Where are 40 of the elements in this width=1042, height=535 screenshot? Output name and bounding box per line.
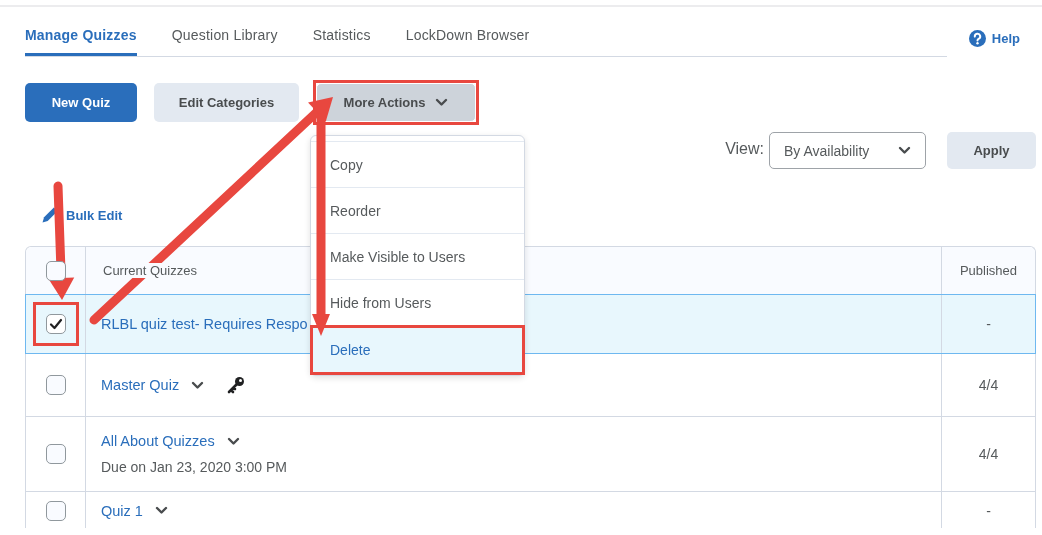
caret-icon: [435, 98, 449, 107]
menu-item[interactable]: Make Visible to Users: [311, 233, 524, 279]
menu-item[interactable]: Reorder: [311, 187, 524, 233]
checkbox[interactable]: [45, 444, 66, 464]
column-header: Current Quizzes: [103, 263, 197, 278]
table-row[interactable]: Quiz 1 -: [26, 491, 1035, 528]
tab[interactable]: Manage Quizzes: [25, 27, 137, 56]
table-row[interactable]: All About Quizzes Due on Jan 23, 2020 3:00 PM 4/4: [26, 416, 1035, 491]
quiz-link[interactable]: RLBL quiz test- Requires Respo: [101, 316, 308, 332]
quiz-link[interactable]: All About Quizzes: [101, 433, 215, 449]
edit-categories-button[interactable]: Edit Categories: [154, 83, 299, 122]
due-date: Due on Jan 23, 2020 3:00 PM: [101, 459, 288, 475]
new-quiz-button[interactable]: New Quiz: [25, 83, 137, 122]
caret-icon: [898, 146, 911, 155]
menu-item[interactable]: Copy: [311, 141, 524, 187]
caret-icon[interactable]: [191, 380, 205, 390]
help-link[interactable]: Help: [968, 21, 1020, 47]
view-label: View:: [725, 139, 764, 158]
help-icon: [968, 30, 986, 47]
published-count: -: [986, 502, 991, 519]
view-dropdown[interactable]: By Availability: [769, 132, 926, 169]
published-count: -: [986, 316, 991, 332]
tab[interactable]: Statistics: [312, 27, 371, 56]
published-count: 4/4: [978, 446, 999, 462]
caret-icon[interactable]: [154, 506, 168, 515]
tab[interactable]: Question Library: [171, 27, 278, 56]
column-header: Published: [959, 263, 1018, 278]
checkbox[interactable]: [45, 500, 66, 521]
checkbox[interactable]: [45, 260, 66, 281]
quiz-link[interactable]: Quiz 1: [101, 502, 143, 519]
more-actions-button[interactable]: More Actions: [316, 83, 476, 122]
caret-icon[interactable]: [226, 436, 240, 446]
menu-item[interactable]: Delete: [310, 325, 525, 375]
published-count: 4/4: [978, 377, 999, 393]
quiz-link[interactable]: Master Quiz: [101, 377, 180, 393]
checkbox[interactable]: [45, 375, 66, 395]
bulk-edit-link[interactable]: Bulk Edit: [42, 207, 123, 223]
checkbox[interactable]: [45, 314, 66, 334]
tab[interactable]: LockDown Browser: [405, 27, 530, 56]
apply-button[interactable]: Apply: [947, 132, 1036, 169]
